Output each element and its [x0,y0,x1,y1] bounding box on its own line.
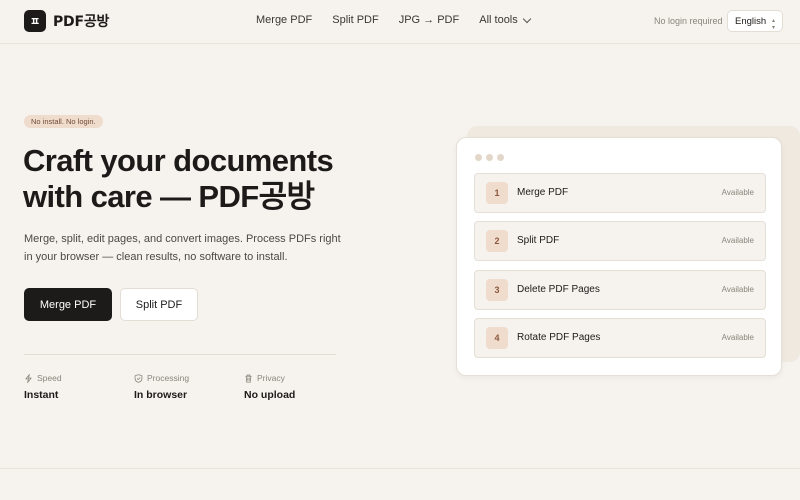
stat-processing-label-row: Processing [134,373,189,383]
tool-item-merge-pdf[interactable]: 1 Merge PDF Available [474,173,766,213]
chevron-down-icon [522,14,532,23]
tool-name: Rotate PDF Pages [517,332,601,343]
window-dots [475,154,504,161]
nav-all-tools[interactable]: All tools [479,14,532,26]
tool-name: Merge PDF [517,187,569,198]
language-select[interactable]: English ▴ ▾ [727,10,783,32]
language-value: English [735,15,767,27]
logo-mark-icon: ㅍ [24,10,46,32]
tool-name: Split PDF [517,235,560,246]
stat-processing-label: Processing [147,373,190,383]
tools-preview-card: 1 Merge PDF Available 2 Split PDF Availa… [456,137,782,376]
tool-status: Available [721,188,754,197]
window-dot-icon [475,154,482,161]
tool-number: 3 [486,279,508,301]
stat-privacy-value: No upload [244,389,296,401]
nav-all-tools-label: All tools [479,14,518,26]
merge-pdf-button[interactable]: Merge PDF [24,288,112,321]
shield-icon [134,373,143,383]
hero-title-line2: with care — PDF공방 [23,179,315,214]
hero-title-line1: Craft your documents [23,143,334,178]
section-divider [0,468,800,469]
tool-status: Available [721,236,754,245]
tool-number: 2 [486,230,508,252]
site-header: ㅍ PDF공방 Merge PDF Split PDF JPG → PDF Al… [0,0,800,44]
hero-badge: No install. No login. [24,115,103,128]
hero-title: Craft your documents with care — PDF공방 [23,143,363,215]
window-dot-icon [497,154,504,161]
brand-name: PDF공방 [53,14,110,30]
divider [24,354,336,355]
brand-logo[interactable]: ㅍ PDF공방 [24,10,109,32]
no-login-note: No login required [654,16,723,26]
tool-number: 4 [486,327,508,349]
stat-speed-value: Instant [24,389,59,401]
tool-item-delete-pages[interactable]: 3 Delete PDF Pages Available [474,270,766,310]
stat-speed-label: Speed [37,373,62,383]
stat-processing-value: In browser [134,389,188,401]
tool-item-rotate-pages[interactable]: 4 Rotate PDF Pages Available [474,318,766,358]
stat-speed: Speed Instant [24,373,62,401]
select-caret-icon: ▴ ▾ [771,18,775,31]
trash-icon [245,374,252,383]
stat-processing: Processing In browser [134,373,189,401]
nav-split-pdf[interactable]: Split PDF [332,14,378,26]
hero-description: Merge, split, edit pages, and convert im… [24,233,341,263]
nav-jpg-to-pdf[interactable]: JPG → PDF [399,14,460,26]
tool-number: 1 [486,182,508,204]
stat-privacy-label: Privacy [257,373,285,383]
tool-name: Delete PDF Pages [517,284,600,295]
tool-status: Available [721,285,754,294]
split-pdf-button[interactable]: Split PDF [120,288,198,321]
stat-privacy: Privacy No upload [244,373,295,401]
main-nav: Merge PDF Split PDF JPG → PDF All tools [256,14,532,26]
tool-status: Available [721,333,754,342]
stat-privacy-label-row: Privacy [244,373,295,383]
tool-item-split-pdf[interactable]: 2 Split PDF Available [474,221,766,261]
stat-speed-label-row: Speed [24,373,62,383]
bolt-icon [25,373,32,383]
window-dot-icon [486,154,493,161]
nav-merge-pdf[interactable]: Merge PDF [256,14,312,26]
